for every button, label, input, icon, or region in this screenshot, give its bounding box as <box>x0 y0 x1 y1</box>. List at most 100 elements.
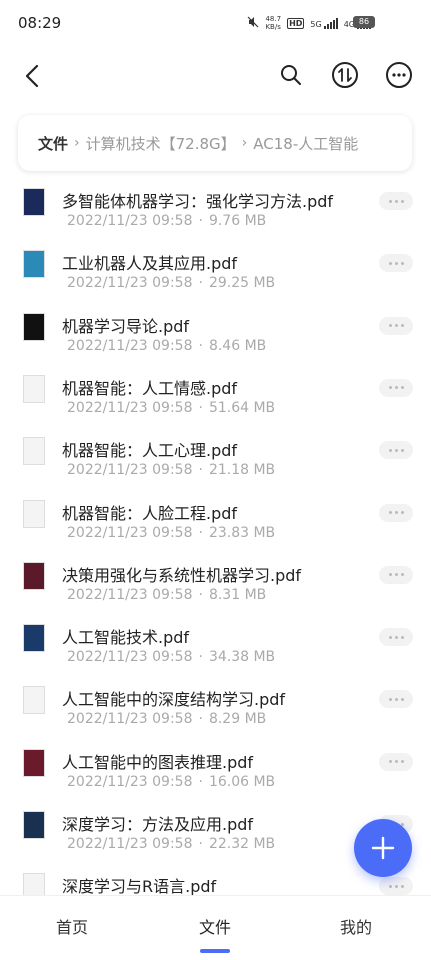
file-size: 9.76 MB <box>208 213 267 229</box>
meta-separator: · <box>198 711 203 728</box>
file-name: 深度学习：方法及应用.pdf <box>62 815 254 834</box>
plus-icon <box>371 836 395 860</box>
file-name: 工业机器人及其应用.pdf <box>62 254 238 274</box>
nav-files[interactable]: 文件 <box>199 914 231 938</box>
file-name: 人工智能中的图表推理.pdf <box>62 752 254 772</box>
file-meta: 2022/11/23 09:58 · 8.29 MB <box>67 711 266 727</box>
file-size: 21.18 MB <box>208 462 276 479</box>
file-meta: 2022/11/23 09:58 · 8.31 MB <box>67 587 266 603</box>
file-row[interactable]: 机器智能：人工心理.pdf 2022/11/23 09:58 · 21.18 MB <box>0 429 431 491</box>
top-bar <box>0 55 431 99</box>
status-time: 08:29 <box>18 14 62 32</box>
pdf-thumbnail-icon <box>23 748 45 777</box>
back-button[interactable] <box>18 61 48 91</box>
sort-icon <box>332 62 358 88</box>
pdf-thumbnail-icon <box>23 624 45 653</box>
file-date: 2022/11/23 09:58 <box>67 773 193 790</box>
search-button[interactable] <box>277 61 305 89</box>
search-icon <box>281 65 301 85</box>
file-meta: 2022/11/23 09:58 · 34.38 MB <box>67 649 275 665</box>
breadcrumb-item[interactable]: 计算机技术【72.8G】 <box>86 133 236 154</box>
file-row[interactable]: 人工智能中的图表推理.pdf 2022/11/23 09:58 · 16.06 MB <box>0 741 431 803</box>
file-meta: 2022/11/23 09:58 · 29.25 MB <box>67 275 275 291</box>
file-date: 2022/11/23 09:58 <box>67 462 193 479</box>
file-size: 8.31 MB <box>208 586 267 603</box>
file-row[interactable]: 机器学习导论.pdf 2022/11/23 09:58 · 8.46 MB <box>0 305 431 367</box>
file-row[interactable]: 人工智能中的深度结构学习.pdf 2022/11/23 09:58 · 8.29 MB <box>0 678 431 740</box>
file-more-icon[interactable] <box>379 503 413 522</box>
file-size: 34.38 MB <box>208 649 276 666</box>
file-size: 16.06 MB <box>208 773 276 790</box>
file-size: 51.64 MB <box>208 399 276 416</box>
breadcrumb-item[interactable]: AC18-人工智能 <box>253 133 358 154</box>
file-more-icon[interactable] <box>379 752 413 771</box>
file-size: 8.46 MB <box>208 337 267 354</box>
file-more-icon[interactable] <box>379 378 413 397</box>
nav-active-indicator <box>200 949 230 953</box>
meta-separator: · <box>198 524 203 541</box>
file-more-icon[interactable] <box>379 192 413 210</box>
sort-button[interactable] <box>331 61 359 89</box>
pdf-thumbnail-icon <box>23 686 45 715</box>
meta-separator: · <box>198 399 203 416</box>
file-size: 22.32 MB <box>208 836 276 852</box>
battery-icon: 86 <box>353 16 375 28</box>
more-icon <box>386 62 412 88</box>
file-more-icon[interactable] <box>379 316 413 335</box>
file-date: 2022/11/23 09:58 <box>67 337 193 354</box>
file-more-icon[interactable] <box>379 690 413 709</box>
file-size: 29.25 MB <box>208 275 276 292</box>
file-meta: 2022/11/23 09:58 · 9.76 MB <box>67 213 266 229</box>
file-row[interactable]: 人工智能技术.pdf 2022/11/23 09:58 · 34.38 MB <box>0 616 431 678</box>
pdf-thumbnail-icon <box>23 561 45 590</box>
file-size: 23.83 MB <box>208 524 276 541</box>
breadcrumb-separator-icon: › <box>74 135 80 151</box>
file-date: 2022/11/23 09:58 <box>67 213 193 229</box>
file-row[interactable]: 工业机器人及其应用.pdf 2022/11/23 09:58 · 29.25 MB <box>0 242 431 304</box>
meta-separator: · <box>198 649 203 666</box>
file-meta: 2022/11/23 09:58 · 8.46 MB <box>67 338 266 354</box>
meta-separator: · <box>198 213 203 229</box>
chevron-left-icon <box>25 64 39 88</box>
breadcrumb-separator-icon: › <box>241 135 248 151</box>
hd-badge: HD <box>287 17 305 29</box>
meta-separator: · <box>198 275 203 292</box>
nav-mine[interactable]: 我的 <box>340 914 372 938</box>
file-meta: 2022/11/23 09:58 · 23.83 MB <box>67 525 275 541</box>
breadcrumb-root[interactable]: 文件 <box>38 133 68 154</box>
more-button[interactable] <box>385 61 413 89</box>
file-more-icon[interactable] <box>379 565 413 584</box>
file-more-icon[interactable] <box>379 628 413 647</box>
file-date: 2022/11/23 09:58 <box>67 711 193 728</box>
pdf-thumbnail-icon <box>23 811 45 839</box>
file-name: 机器智能：人工心理.pdf <box>62 441 238 461</box>
meta-separator: · <box>198 337 203 354</box>
file-name: 多智能体机器学习：强化学习方法.pdf <box>62 192 334 211</box>
file-more-icon[interactable] <box>379 441 413 460</box>
add-button[interactable] <box>354 819 412 877</box>
file-date: 2022/11/23 09:58 <box>67 836 193 852</box>
file-date: 2022/11/23 09:58 <box>67 524 193 541</box>
file-row[interactable]: 多智能体机器学习：强化学习方法.pdf 2022/11/23 09:58 · 9.76… <box>0 180 431 242</box>
file-date: 2022/11/23 09:58 <box>67 399 193 416</box>
meta-separator: · <box>198 836 203 852</box>
pdf-thumbnail-icon <box>23 437 45 466</box>
pdf-thumbnail-icon <box>23 374 45 403</box>
meta-separator: · <box>198 462 203 479</box>
file-row[interactable]: 机器智能：人脸工程.pdf 2022/11/23 09:58 · 23.83 MB <box>0 492 431 554</box>
pdf-thumbnail-icon <box>23 312 45 341</box>
file-date: 2022/11/23 09:58 <box>67 649 193 666</box>
file-meta: 2022/11/23 09:58 · 51.64 MB <box>67 400 275 416</box>
file-row[interactable]: 决策用强化与系统性机器学习.pdf 2022/11/23 09:58 · 8.31 M… <box>0 554 431 616</box>
meta-separator: · <box>198 773 203 790</box>
file-more-icon[interactable] <box>379 877 413 896</box>
file-more-icon[interactable] <box>379 254 413 273</box>
nav-home[interactable]: 首页 <box>56 914 88 938</box>
file-name: 机器学习导论.pdf <box>62 316 190 336</box>
file-row[interactable]: 机器智能：人工情感.pdf 2022/11/23 09:58 · 51.64 MB <box>0 367 431 429</box>
file-size: 8.29 MB <box>208 711 267 728</box>
mute-icon <box>247 16 259 31</box>
net-speed: 48.7 KB/s <box>265 15 282 31</box>
pdf-thumbnail-icon <box>23 250 45 279</box>
bottom-nav: 首页 文件 我的 <box>0 895 431 960</box>
